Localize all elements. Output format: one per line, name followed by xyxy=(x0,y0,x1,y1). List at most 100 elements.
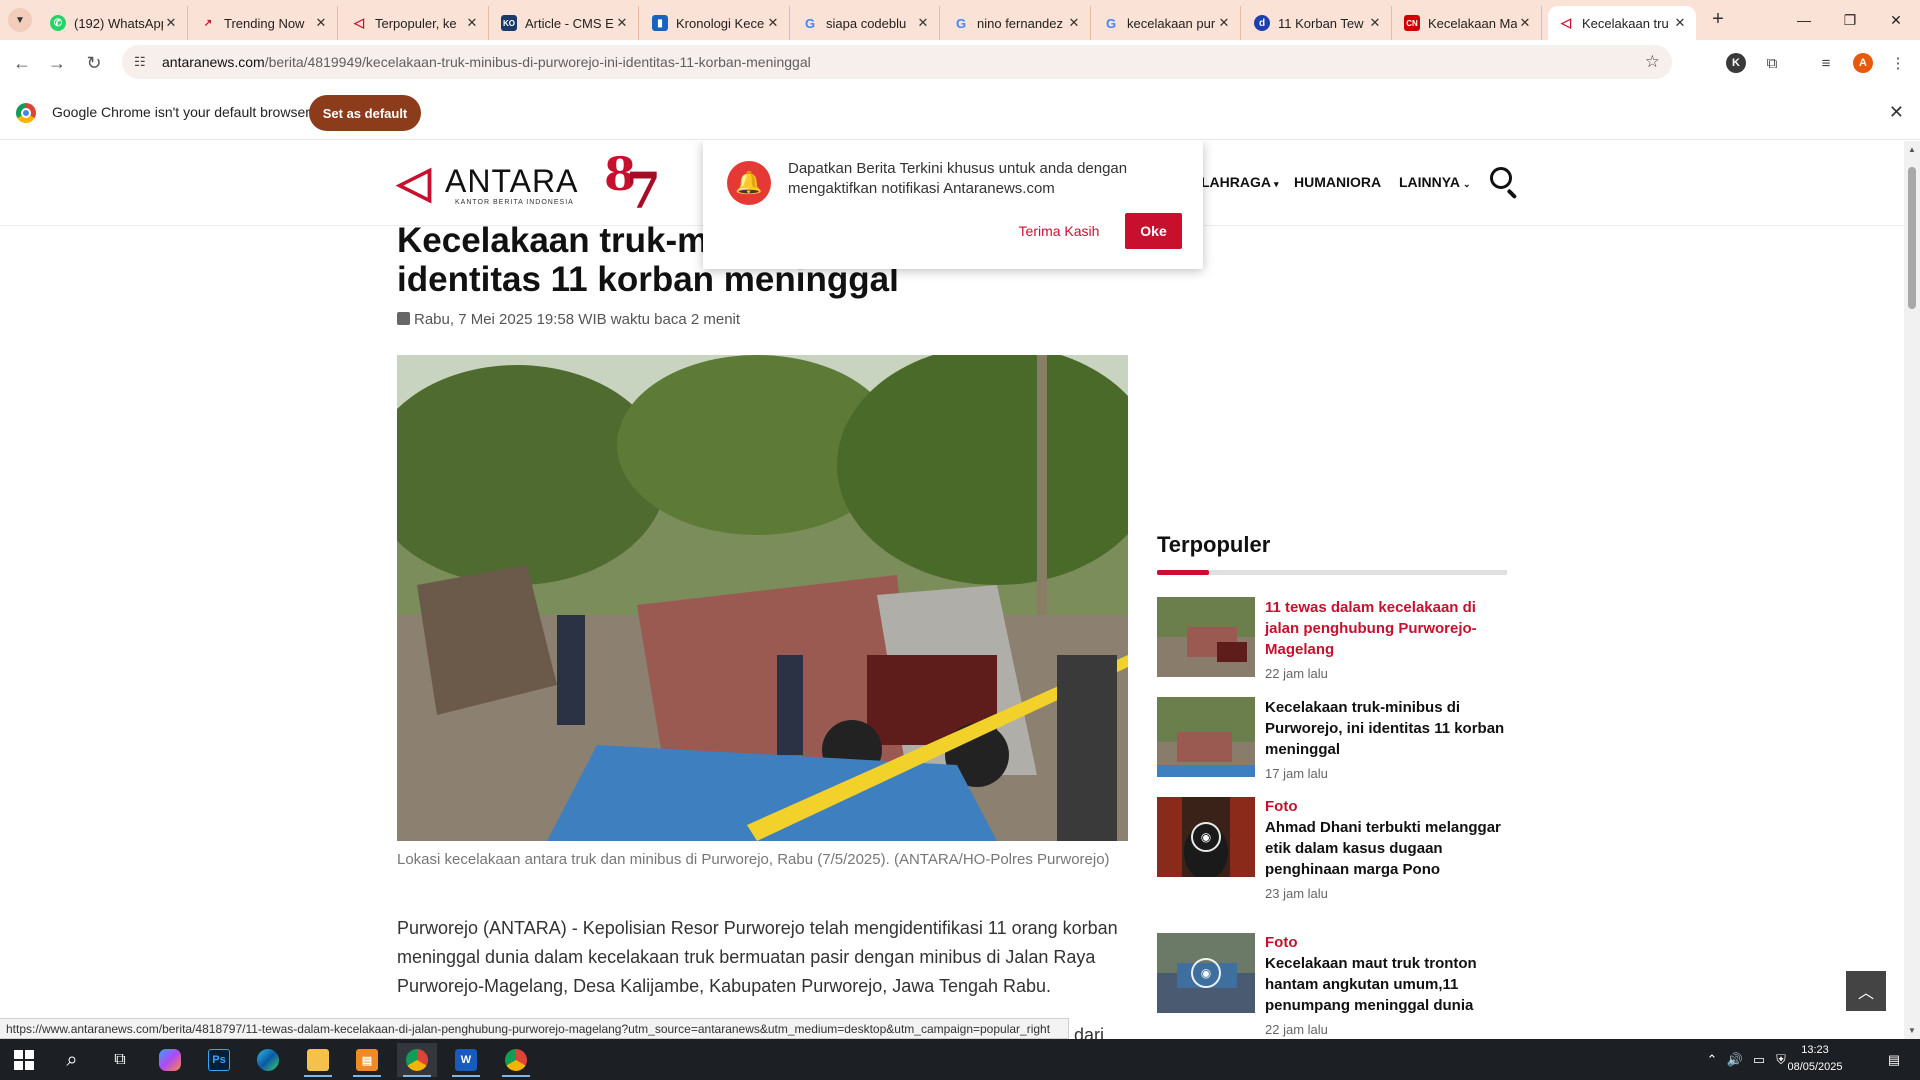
close-icon[interactable]: ✕ xyxy=(464,15,480,31)
tab-title: Terpopuler, ke xyxy=(375,15,457,31)
calendar-icon xyxy=(397,312,410,325)
read-time: waktu baca 2 menit xyxy=(610,311,741,328)
profile-avatar[interactable]: A xyxy=(1853,53,1873,73)
article-paragraph-cut: dari xyxy=(1074,1025,1105,1039)
scrollbar-thumb[interactable] xyxy=(1908,167,1916,309)
cnn-icon: CN xyxy=(1404,15,1420,31)
close-window-button[interactable]: ✕ xyxy=(1873,0,1919,40)
close-icon[interactable]: ✕ xyxy=(614,15,630,31)
tab-google-2[interactable]: G nino fernandez ✕ xyxy=(943,6,1091,40)
popular-time: 22 jam lalu xyxy=(1265,666,1328,681)
accept-notification-button[interactable]: Oke xyxy=(1125,213,1182,249)
bookmark-star-icon[interactable]: ☆ xyxy=(1645,52,1660,72)
close-icon[interactable]: ✕ xyxy=(1367,15,1383,31)
back-to-top-button[interactable]: ︿ xyxy=(1846,971,1886,1011)
nav-lainnya[interactable]: LAINNYA ⌄ xyxy=(1399,174,1470,190)
close-icon[interactable]: ✕ xyxy=(1672,15,1688,31)
address-bar[interactable]: ☷ antaranews.com/berita/4819949/kecelaka… xyxy=(122,45,1672,79)
extensions-puzzle-icon[interactable]: ⧉ xyxy=(1760,51,1784,75)
antara-icon: ◁ xyxy=(1561,15,1571,30)
new-tab-button[interactable]: + xyxy=(1704,8,1732,32)
scroll-up-icon[interactable]: ▲ xyxy=(1908,145,1916,154)
tab-whatsapp[interactable]: ✆ (192) WhatsApp ✕ xyxy=(40,6,188,40)
tab-detik[interactable]: d 11 Korban Tew ✕ xyxy=(1244,6,1392,40)
close-icon[interactable]: ✕ xyxy=(915,15,931,31)
popular-thumbnail[interactable]: ◉ xyxy=(1157,933,1255,1013)
menu-kebab-icon[interactable]: ⋮ xyxy=(1886,51,1910,75)
close-icon[interactable]: ✕ xyxy=(1216,15,1232,31)
tab-terpopuler[interactable]: ◁ Terpopuler, ke ✕ xyxy=(341,6,489,40)
close-icon[interactable]: ✕ xyxy=(1517,15,1533,31)
task-view-button[interactable]: ⧉ xyxy=(100,1043,140,1077)
taskbar-search-button[interactable]: ⌕ xyxy=(52,1043,92,1077)
site-info-icon[interactable]: ☷ xyxy=(134,54,152,70)
forward-button[interactable]: → xyxy=(42,48,72,78)
tab-google-3[interactable]: G kecelakaan pur ✕ xyxy=(1093,6,1241,40)
antara-logo[interactable]: ◁ ANTARA KANTOR BERITA INDONESIA xyxy=(397,159,577,207)
media-control-icon[interactable]: ≡ xyxy=(1814,51,1838,75)
chevron-up-icon: ︿ xyxy=(1857,985,1874,1002)
tray-overflow-icon[interactable]: ⌃ xyxy=(1702,1039,1722,1080)
scroll-down-icon[interactable]: ▼ xyxy=(1908,1026,1916,1035)
popular-title[interactable]: Ahmad Dhani terbukti melanggar etik dala… xyxy=(1265,817,1507,880)
popular-category[interactable]: Foto xyxy=(1265,797,1507,817)
restore-icon: ❐ xyxy=(1843,11,1857,28)
taskbar-photoshop[interactable]: Ps xyxy=(199,1043,239,1077)
popular-thumbnail[interactable]: ◉ xyxy=(1157,797,1255,877)
page-scrollbar[interactable]: ▲ ▼ xyxy=(1904,141,1920,1039)
minimize-button[interactable]: — xyxy=(1781,0,1827,40)
back-button[interactable]: ← xyxy=(7,48,37,78)
search-icon[interactable] xyxy=(1490,167,1520,200)
taskbar-clock[interactable]: 13:23 08/05/2025 xyxy=(1780,1042,1850,1076)
tab-cnn[interactable]: CN Kecelakaan Ma ✕ xyxy=(1394,6,1542,40)
popular-thumbnail[interactable] xyxy=(1157,597,1255,677)
reload-button[interactable]: ↻ xyxy=(79,48,109,78)
tab-active-article[interactable]: ◁ Kecelakaan tru ✕ xyxy=(1548,6,1696,40)
popular-thumbnail[interactable] xyxy=(1157,697,1255,777)
chrome-icon xyxy=(406,1049,428,1071)
doc-icon: ▮ xyxy=(652,15,668,31)
infobar-message: Google Chrome isn't your default browser xyxy=(52,104,310,120)
sidebar-title: Terpopuler xyxy=(1157,532,1271,557)
taskbar-word[interactable]: W xyxy=(446,1043,486,1077)
logo-subtitle: KANTOR BERITA INDONESIA xyxy=(455,199,574,206)
reload-icon: ↻ xyxy=(86,52,102,73)
start-button[interactable] xyxy=(4,1043,44,1077)
taskbar-chrome-2[interactable] xyxy=(496,1043,536,1077)
minimize-icon: — xyxy=(1797,12,1811,28)
popular-category[interactable]: Foto xyxy=(1265,933,1507,953)
popular-title[interactable]: Kecelakaan maut truk tronton hantam angk… xyxy=(1265,953,1507,1016)
set-default-button[interactable]: Set as default xyxy=(309,95,421,131)
nav-humaniora[interactable]: HUMANIORA xyxy=(1294,174,1381,190)
taskbar-copilot[interactable] xyxy=(150,1043,190,1077)
taskbar-edge[interactable] xyxy=(248,1043,288,1077)
page-viewport: ◁ ANTARA KANTOR BERITA INDONESIA 8 7 LAH… xyxy=(0,141,1904,1039)
taskbar-chrome-active[interactable] xyxy=(397,1043,437,1077)
clock-date: 08/05/2025 xyxy=(1787,1061,1843,1073)
anniversary-87-logo: 8 7 xyxy=(604,147,661,220)
close-icon[interactable]: ✕ xyxy=(163,15,179,31)
taskbar-file-explorer[interactable] xyxy=(298,1043,338,1077)
extension-k-icon[interactable]: K xyxy=(1726,53,1746,73)
notification-center-icon[interactable]: ▤ xyxy=(1874,1039,1914,1080)
nav-olahraga[interactable]: LAHRAGA ▾ xyxy=(1201,174,1279,190)
network-icon[interactable]: ▭ xyxy=(1748,1039,1770,1080)
volume-icon[interactable]: 🔊 xyxy=(1724,1039,1746,1080)
tab-trending[interactable]: ↗ Trending Now ✕ xyxy=(190,6,338,40)
restore-button[interactable]: ❐ xyxy=(1827,0,1873,40)
taskbar-presentation[interactable]: ▤ xyxy=(347,1043,387,1077)
camera-icon: ◉ xyxy=(1191,958,1221,988)
tab-cms[interactable]: KO Article - CMS E ✕ xyxy=(491,6,639,40)
antara-mark-icon: ◁ xyxy=(397,158,431,207)
default-browser-infobar: Google Chrome isn't your default browser… xyxy=(0,86,1920,140)
popular-title[interactable]: 11 tewas dalam kecelakaan di jalan pengh… xyxy=(1265,597,1507,660)
tab-search-button[interactable]: ▼ xyxy=(8,8,32,32)
infobar-close-icon[interactable]: ✕ xyxy=(1889,102,1904,123)
tab-kronologi[interactable]: ▮ Kronologi Kece ✕ xyxy=(642,6,790,40)
tab-google-1[interactable]: G siapa codeblu ✕ xyxy=(792,6,940,40)
popular-title[interactable]: Kecelakaan truk-minibus di Purworejo, in… xyxy=(1265,697,1507,760)
close-icon[interactable]: ✕ xyxy=(313,15,329,31)
close-icon[interactable]: ✕ xyxy=(765,15,781,31)
decline-notification-button[interactable]: Terima Kasih xyxy=(1009,213,1109,249)
close-icon[interactable]: ✕ xyxy=(1066,15,1082,31)
